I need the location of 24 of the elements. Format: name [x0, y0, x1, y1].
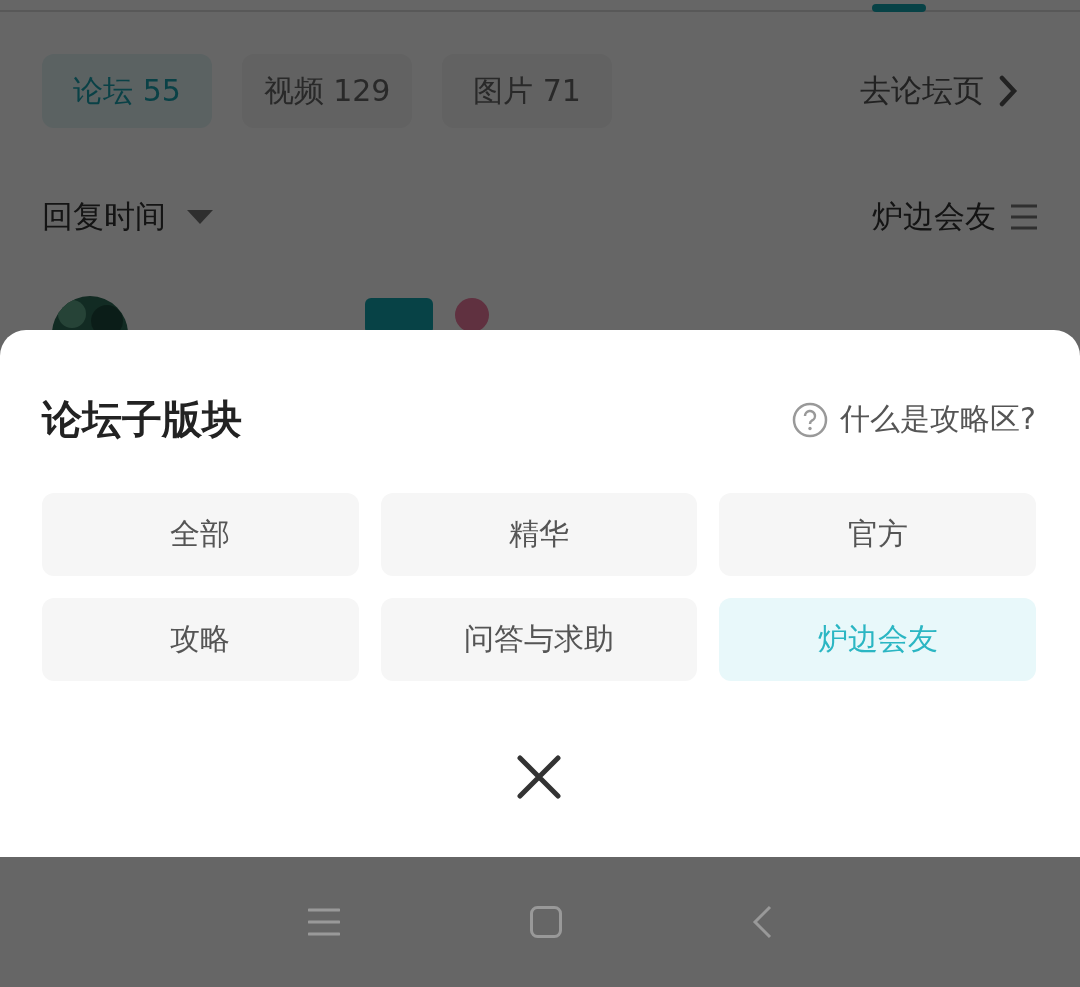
section-option[interactable]: 问答与求助 [380, 598, 698, 681]
content-tab[interactable]: 图片 71 [442, 54, 612, 128]
section-option[interactable]: 炉边会友 [719, 598, 1036, 681]
home-icon[interactable] [530, 906, 562, 938]
sheet-title: 论坛子版块 [42, 395, 242, 444]
chevron-right-icon [998, 75, 1018, 107]
close-button[interactable] [517, 755, 561, 799]
section-option[interactable]: 全部 [42, 493, 359, 576]
help-link[interactable]: 什么是攻略区? [840, 399, 1036, 440]
level-badge [365, 298, 433, 330]
dropdown-triangle-icon [186, 209, 214, 225]
sort-label[interactable]: 回复时间 [42, 196, 166, 238]
help-icon[interactable] [792, 401, 829, 438]
filter-label[interactable]: 炉边会友 [872, 196, 996, 238]
forum-link[interactable]: 去论坛页 [860, 70, 984, 112]
section-option[interactable]: 精华 [380, 493, 698, 576]
menu-icon[interactable] [1010, 204, 1038, 230]
back-icon[interactable] [752, 905, 772, 939]
content-tab[interactable]: 视频 129 [242, 54, 412, 128]
tab-indicator [872, 4, 926, 12]
menu-icon[interactable] [308, 908, 340, 936]
content-tab[interactable]: 论坛 55 [42, 54, 212, 128]
section-option[interactable]: 攻略 [42, 598, 359, 681]
section-option[interactable]: 官方 [719, 493, 1036, 576]
